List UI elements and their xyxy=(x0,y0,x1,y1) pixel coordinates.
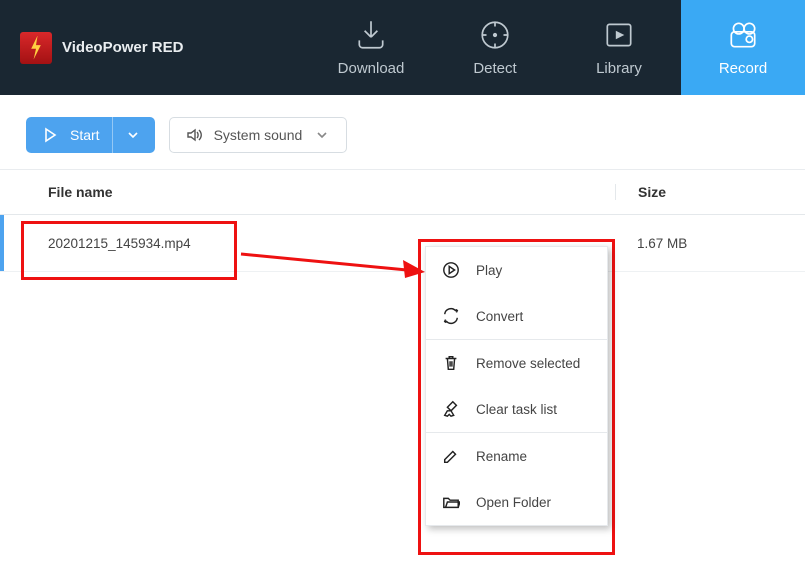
app-header: VideoPower RED Download Detect Library R… xyxy=(0,0,805,95)
column-filename[interactable]: File name xyxy=(0,184,615,200)
menu-remove-label: Remove selected xyxy=(476,356,580,371)
start-button[interactable]: Start xyxy=(26,117,155,153)
menu-rename[interactable]: Rename xyxy=(426,433,607,479)
nav-record[interactable]: Record xyxy=(681,0,805,95)
menu-rename-label: Rename xyxy=(476,449,527,464)
play-icon xyxy=(42,127,58,143)
library-icon xyxy=(602,18,636,52)
chevron-down-icon xyxy=(125,127,141,143)
start-dropdown[interactable] xyxy=(112,117,141,153)
table-row[interactable]: 20201215_145934.mp4 1.67 MB xyxy=(0,215,805,272)
broom-icon xyxy=(442,400,460,418)
trash-icon xyxy=(442,354,460,372)
detect-icon xyxy=(478,18,512,52)
menu-open-folder-label: Open Folder xyxy=(476,495,551,510)
nav-download-label: Download xyxy=(338,60,405,77)
nav-download[interactable]: Download xyxy=(309,0,433,95)
convert-icon xyxy=(442,307,460,325)
menu-convert[interactable]: Convert xyxy=(426,293,607,339)
table-header: File name Size xyxy=(0,170,805,215)
folder-icon xyxy=(442,493,460,511)
menu-play[interactable]: Play xyxy=(426,247,607,293)
sound-label: System sound xyxy=(214,127,303,143)
context-menu: Play Convert Remove selected Clear task … xyxy=(425,246,608,526)
menu-remove[interactable]: Remove selected xyxy=(426,340,607,386)
menu-open-folder[interactable]: Open Folder xyxy=(426,479,607,525)
play-icon xyxy=(442,261,460,279)
app-logo-icon xyxy=(20,32,52,64)
nav-library[interactable]: Library xyxy=(557,0,681,95)
speaker-icon xyxy=(186,127,202,143)
column-size[interactable]: Size xyxy=(615,184,805,200)
sound-source-button[interactable]: System sound xyxy=(169,117,348,153)
menu-convert-label: Convert xyxy=(476,309,523,324)
chevron-down-icon xyxy=(314,127,330,143)
start-label: Start xyxy=(70,127,100,143)
nav-detect[interactable]: Detect xyxy=(433,0,557,95)
menu-play-label: Play xyxy=(476,263,502,278)
nav-library-label: Library xyxy=(596,60,642,77)
toolbar: Start System sound xyxy=(0,95,805,170)
record-icon xyxy=(726,18,760,52)
menu-clear-label: Clear task list xyxy=(476,402,557,417)
main-nav: Download Detect Library Record xyxy=(309,0,805,95)
cell-size: 1.67 MB xyxy=(615,236,805,251)
brand: VideoPower RED xyxy=(0,0,305,95)
pencil-icon xyxy=(442,447,460,465)
nav-detect-label: Detect xyxy=(473,60,516,77)
download-icon xyxy=(354,18,388,52)
menu-clear[interactable]: Clear task list xyxy=(426,386,607,432)
nav-record-label: Record xyxy=(719,60,767,77)
app-title: VideoPower RED xyxy=(62,39,183,56)
